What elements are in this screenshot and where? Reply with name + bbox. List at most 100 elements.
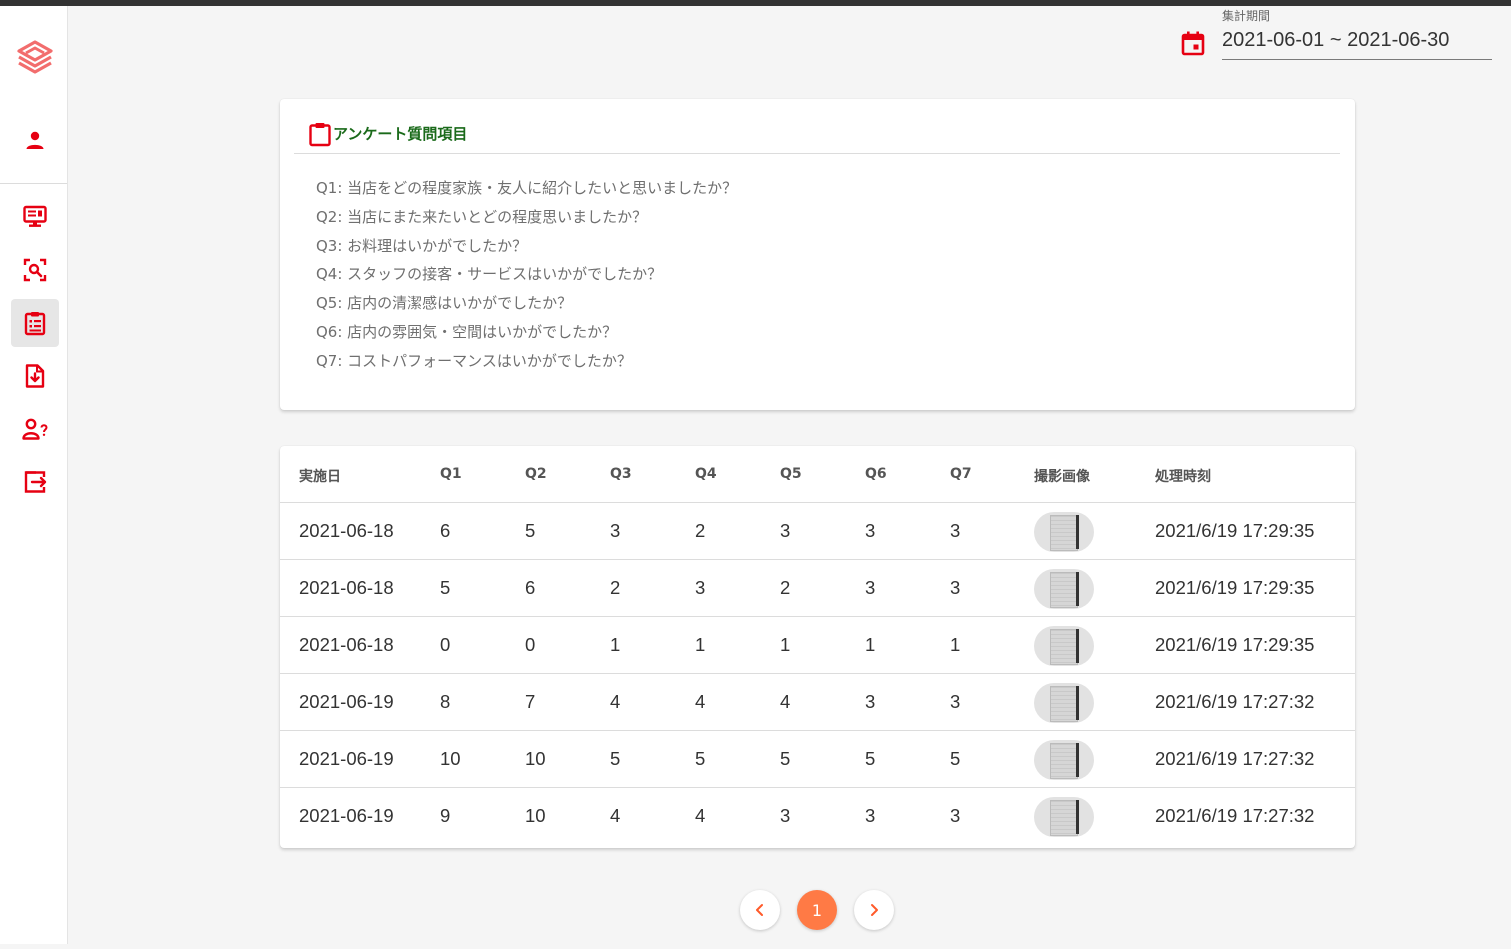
cell-q6: 3 <box>865 691 876 712</box>
cell-q1: 0 <box>440 634 451 655</box>
table-row: 2021-06-18 5 6 2 3 2 3 3 2021/6/19 17:29… <box>280 560 1355 617</box>
cell-date: 2021-06-19 <box>299 805 394 826</box>
cell-q2: 5 <box>525 520 536 541</box>
cell-q7: 5 <box>950 748 961 769</box>
survey-image-thumbnail[interactable] <box>1034 569 1094 609</box>
cell-q3: 4 <box>610 691 621 712</box>
cell-q3: 1 <box>610 634 621 655</box>
cell-q6: 1 <box>865 634 876 655</box>
cell-q4: 1 <box>695 634 706 655</box>
cell-date: 2021-06-19 <box>299 748 394 769</box>
survey-image-thumbnail[interactable] <box>1034 740 1094 780</box>
logo-icon[interactable] <box>11 34 59 82</box>
cell-processed-time: 2021/6/19 17:27:32 <box>1155 805 1315 826</box>
cell-processed-time: 2021/6/19 17:27:32 <box>1155 748 1315 769</box>
cell-processed-time: 2021/6/19 17:29:35 <box>1155 577 1315 598</box>
question-item: Q6: 店内の雰囲気・空間はいかがでしたか？ <box>316 322 618 341</box>
questions-card: アンケート質問項目 Q1: 当店をどの程度家族・友人に紹介したいと思いましたか？… <box>280 99 1355 410</box>
table-row: 2021-06-18 0 0 1 1 1 1 1 2021/6/19 17:29… <box>280 617 1355 674</box>
cell-q6: 5 <box>865 748 876 769</box>
next-page-button[interactable] <box>854 890 894 930</box>
pagination: 1 <box>740 890 895 930</box>
survey-image-thumbnail[interactable] <box>1034 683 1094 723</box>
cell-q1: 10 <box>440 748 461 769</box>
cell-date: 2021-06-18 <box>299 520 394 541</box>
question-item: Q2: 当店にまた来たいとどの程度思いましたか？ <box>316 207 648 226</box>
cell-q4: 4 <box>695 805 706 826</box>
user-question-icon[interactable] <box>11 405 59 453</box>
column-header-q7: Q7 <box>950 466 972 482</box>
period-picker[interactable]: 集計期間 2021-06-01 ~ 2021-06-30 <box>1180 6 1492 62</box>
column-header-q3: Q3 <box>610 466 632 482</box>
column-header-q5: Q5 <box>780 466 802 482</box>
column-header-processed-time: 処理時刻 <box>1155 469 1211 485</box>
cell-q1: 8 <box>440 691 451 712</box>
cell-q4: 2 <box>695 520 706 541</box>
user-icon[interactable] <box>11 116 59 164</box>
column-header-image: 撮影画像 <box>1034 469 1090 485</box>
column-header-date: 実施日 <box>299 469 341 485</box>
cell-q6: 3 <box>865 577 876 598</box>
survey-image-thumbnail[interactable] <box>1034 512 1094 552</box>
cell-date: 2021-06-18 <box>299 634 394 655</box>
questions-card-header: アンケート質問項目 <box>294 119 1340 154</box>
table-row: 2021-06-18 6 5 3 2 3 3 3 2021/6/19 17:29… <box>280 503 1355 560</box>
questions-card-title: アンケート質問項目 <box>333 125 468 143</box>
cell-q5: 3 <box>780 805 791 826</box>
cell-q7: 1 <box>950 634 961 655</box>
cell-date: 2021-06-19 <box>299 691 394 712</box>
cell-q6: 3 <box>865 805 876 826</box>
cell-q4: 4 <box>695 691 706 712</box>
cell-q3: 2 <box>610 577 621 598</box>
cell-q7: 3 <box>950 577 961 598</box>
cell-q1: 6 <box>440 520 451 541</box>
cell-q1: 5 <box>440 577 451 598</box>
cell-q7: 3 <box>950 805 961 826</box>
chevron-right-icon <box>871 904 878 916</box>
cell-q2: 10 <box>525 748 546 769</box>
period-value[interactable]: 2021-06-01 ~ 2021-06-30 <box>1222 28 1492 60</box>
table-header: 実施日 Q1 Q2 Q3 Q4 Q5 Q6 Q7 撮影画像 処理時刻 <box>280 446 1355 503</box>
cell-q7: 3 <box>950 691 961 712</box>
question-item: Q5: 店内の清潔感はいかがでしたか？ <box>316 294 573 313</box>
cell-q4: 5 <box>695 748 706 769</box>
page-button-current[interactable]: 1 <box>797 890 837 930</box>
chevron-left-icon <box>756 904 763 916</box>
period-label: 集計期間 <box>1222 9 1271 23</box>
cell-q5: 4 <box>780 691 791 712</box>
monitor-icon[interactable] <box>11 193 59 241</box>
logout-icon[interactable] <box>11 458 59 506</box>
column-header-q4: Q4 <box>695 466 717 482</box>
table-row: 2021-06-19 9 10 4 4 3 3 3 2021/6/19 17:2… <box>280 788 1355 845</box>
cell-q3: 5 <box>610 748 621 769</box>
cell-q6: 3 <box>865 520 876 541</box>
cell-q2: 10 <box>525 805 546 826</box>
file-download-icon[interactable] <box>11 352 59 400</box>
column-header-q1: Q1 <box>440 466 462 482</box>
clipboard-list-icon[interactable] <box>11 299 59 347</box>
column-header-q2: Q2 <box>525 466 547 482</box>
survey-image-thumbnail[interactable] <box>1034 797 1094 837</box>
cell-processed-time: 2021/6/19 17:29:35 <box>1155 634 1315 655</box>
table-row: 2021-06-19 10 10 5 5 5 5 5 2021/6/19 17:… <box>280 731 1355 788</box>
question-item: Q4: スタッフの接客・サービスはいかがでしたか？ <box>316 265 663 284</box>
column-header-q6: Q6 <box>865 466 887 482</box>
question-item: Q7: コストパフォーマンスはいかがでしたか？ <box>316 351 632 370</box>
cell-q7: 3 <box>950 520 961 541</box>
cell-q2: 0 <box>525 634 536 655</box>
sidebar-divider <box>0 183 67 184</box>
calendar-icon[interactable] <box>1180 30 1206 56</box>
survey-image-thumbnail[interactable] <box>1034 626 1094 666</box>
cell-q1: 9 <box>440 805 451 826</box>
scan-search-icon[interactable] <box>11 246 59 294</box>
cell-q2: 7 <box>525 691 536 712</box>
cell-q2: 6 <box>525 577 536 598</box>
cell-date: 2021-06-18 <box>299 577 394 598</box>
cell-processed-time: 2021/6/19 17:27:32 <box>1155 691 1315 712</box>
question-item: Q1: 当店をどの程度家族・友人に紹介したいと思いましたか？ <box>316 179 738 197</box>
cell-q3: 4 <box>610 805 621 826</box>
prev-page-button[interactable] <box>740 890 780 930</box>
cell-q3: 3 <box>610 520 621 541</box>
cell-q5: 1 <box>780 634 791 655</box>
cell-q5: 5 <box>780 748 791 769</box>
